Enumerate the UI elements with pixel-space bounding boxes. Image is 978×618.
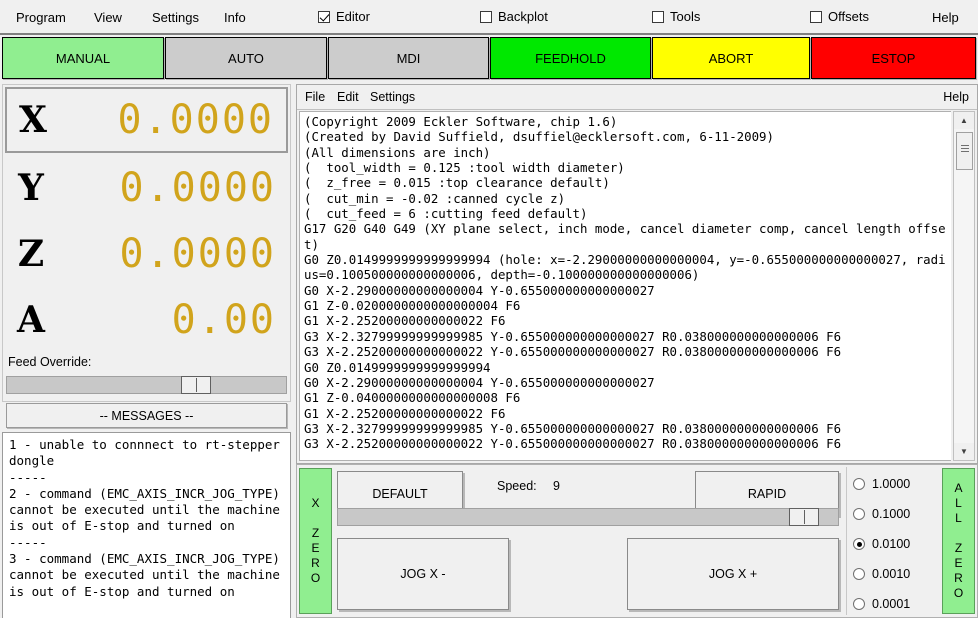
mode-button-bar: MANUAL AUTO MDI FEEDHOLD ABORT ESTOP [0, 37, 978, 81]
increment-label-4: 0.0010 [872, 567, 911, 581]
all-zero-label-7: O [953, 586, 964, 600]
x-zero-label-4: R [311, 556, 320, 570]
menu-info[interactable]: Info [224, 10, 246, 25]
scroll-up-arrow-icon[interactable]: ▲ [954, 112, 974, 129]
dro-axis-label-a: A [17, 299, 45, 341]
checkbox-offsets-label: Offsets [828, 9, 869, 24]
main-menubar: Program View Settings Info Editor Backpl… [0, 0, 978, 35]
x-zero-label-2: Z [311, 526, 320, 540]
checkbox-editor-box[interactable] [318, 10, 330, 23]
checkbox-offsets[interactable]: Offsets [810, 9, 869, 24]
jog-speed-slider[interactable] [337, 508, 839, 526]
all-zero-label-4: Z [954, 541, 963, 555]
dro-axis-label-z: Z [17, 233, 45, 275]
all-zero-label-3 [957, 526, 960, 541]
scroll-down-arrow-icon[interactable]: ▼ [954, 443, 974, 460]
checkbox-offsets-box[interactable] [810, 10, 822, 23]
checkbox-backplot-label: Backplot [498, 9, 548, 24]
dro-value-z: 0.0000 [119, 231, 276, 277]
gcode-text-area[interactable]: (Copyright 2009 Eckler Software, chip 1.… [299, 111, 951, 461]
x-zero-label-5: O [310, 571, 321, 585]
editor-menu-file[interactable]: File [305, 90, 325, 104]
dro-row-x[interactable]: X 0.0000 [5, 87, 288, 153]
radio-icon-1[interactable] [853, 478, 865, 490]
all-zero-label-0: A [954, 481, 963, 495]
menu-view[interactable]: View [94, 10, 122, 25]
x-zero-label-3: E [311, 541, 320, 555]
checkbox-tools-box[interactable] [652, 10, 664, 23]
increment-option-5[interactable]: 0.0001 [853, 597, 910, 611]
editor-menu-settings[interactable]: Settings [370, 90, 415, 104]
editor-vertical-scrollbar[interactable]: ▲ ▼ [953, 111, 975, 461]
speed-value: 9 [553, 479, 560, 493]
gcode-content: (Copyright 2009 Eckler Software, chip 1.… [304, 114, 946, 452]
checkbox-editor[interactable]: Editor [318, 9, 370, 24]
dro-value-x: 0.0000 [117, 97, 274, 143]
dro-axis-label-y: Y [18, 167, 44, 209]
radio-icon-5[interactable] [853, 598, 865, 610]
dro-row-y[interactable]: Y 0.0000 [5, 155, 288, 221]
radio-icon-3[interactable] [853, 538, 865, 550]
dro-row-z[interactable]: Z 0.0000 [5, 221, 288, 287]
jog-increment-radio-group: 1.0000 0.1000 0.0100 0.0010 0.0001 [846, 467, 942, 615]
mode-button-feedhold[interactable]: FEEDHOLD [490, 37, 651, 79]
radio-icon-2[interactable] [853, 508, 865, 520]
editor-menubar: File Edit Settings Help [297, 85, 977, 110]
increment-label-1: 1.0000 [872, 477, 911, 491]
feed-override-label: Feed Override: [8, 355, 92, 369]
increment-label-2: 0.1000 [872, 507, 911, 521]
feed-override-slider[interactable] [6, 376, 287, 394]
checkbox-backplot-box[interactable] [480, 10, 492, 23]
x-zero-button[interactable]: X Z E R O [299, 468, 332, 614]
dro-row-a[interactable]: A 0.00 [5, 287, 288, 353]
menu-settings[interactable]: Settings [152, 10, 199, 25]
increment-label-5: 0.0001 [872, 597, 911, 611]
gcode-editor-panel: File Edit Settings Help (Copyright 2009 … [296, 84, 978, 464]
messages-button[interactable]: -- MESSAGES -- [6, 403, 287, 428]
jog-x-plus-button[interactable]: JOG X + [627, 538, 839, 610]
increment-option-4[interactable]: 0.0010 [853, 567, 910, 581]
checkbox-tools[interactable]: Tools [652, 9, 700, 24]
editor-menu-edit[interactable]: Edit [337, 90, 359, 104]
jog-control-panel: X Z E R O DEFAULT Speed: 9 RAPID JOG X -… [296, 464, 978, 618]
increment-option-1[interactable]: 1.0000 [853, 477, 910, 491]
checkbox-editor-label: Editor [336, 9, 370, 24]
checkbox-backplot[interactable]: Backplot [480, 9, 548, 24]
checkbox-tools-label: Tools [670, 9, 701, 24]
mode-button-manual[interactable]: MANUAL [2, 37, 164, 79]
speed-label: Speed: [497, 479, 537, 493]
mode-button-auto[interactable]: AUTO [165, 37, 327, 79]
menu-program[interactable]: Program [16, 10, 66, 25]
increment-label-3: 0.0100 [872, 537, 911, 551]
dro-value-y: 0.0000 [119, 165, 276, 211]
message-log[interactable]: 1 - unable to connnect to rt-stepper don… [2, 432, 291, 618]
increment-option-2[interactable]: 0.1000 [853, 507, 910, 521]
radio-icon-4[interactable] [853, 568, 865, 580]
editor-scrollbar-thumb[interactable] [956, 132, 973, 170]
all-zero-label-6: R [954, 571, 963, 585]
mode-button-estop[interactable]: ESTOP [811, 37, 976, 79]
feed-override-slider-thumb[interactable] [181, 376, 211, 394]
editor-menu-help[interactable]: Help [943, 90, 969, 104]
all-zero-label-2: L [955, 511, 962, 525]
all-zero-button[interactable]: A L L Z E R O [942, 468, 975, 614]
x-zero-label-1 [314, 511, 317, 526]
menu-help[interactable]: Help [932, 10, 959, 25]
x-zero-label-0: X [311, 496, 320, 510]
all-zero-label-5: E [954, 556, 963, 570]
cnc-control-window: Program View Settings Info Editor Backpl… [0, 0, 978, 618]
message-log-text: 1 - unable to connnect to rt-stepper don… [9, 437, 280, 599]
mode-button-abort[interactable]: ABORT [652, 37, 810, 79]
all-zero-label-1: L [955, 496, 962, 510]
increment-option-3[interactable]: 0.0100 [853, 537, 910, 551]
jog-speed-slider-thumb[interactable] [789, 508, 819, 526]
jog-x-minus-button[interactable]: JOG X - [337, 538, 509, 610]
dro-axis-label-x: X [19, 99, 47, 141]
mode-button-mdi[interactable]: MDI [328, 37, 489, 79]
dro-value-a: 0.00 [171, 297, 276, 343]
